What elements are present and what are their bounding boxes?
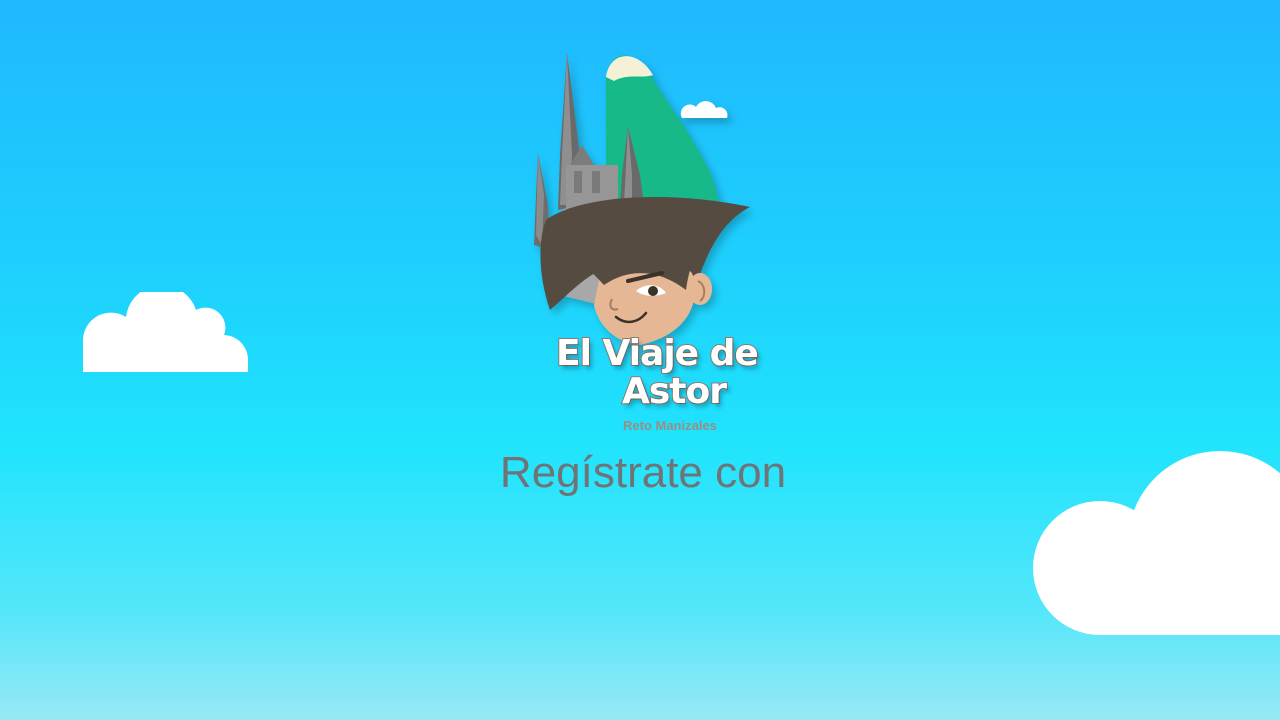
logo-subtitle: Reto Manizales — [623, 418, 717, 433]
logo-title-line2: Astor — [621, 370, 728, 413]
logo-title-line1: El Viaje de — [555, 332, 760, 375]
register-heading: Regístrate con — [499, 448, 787, 497]
game-logo: El Viaje de Astor Reto Manizales — [520, 45, 770, 440]
cloud-left-decoration — [80, 292, 250, 374]
cloud-icon — [82, 292, 249, 372]
